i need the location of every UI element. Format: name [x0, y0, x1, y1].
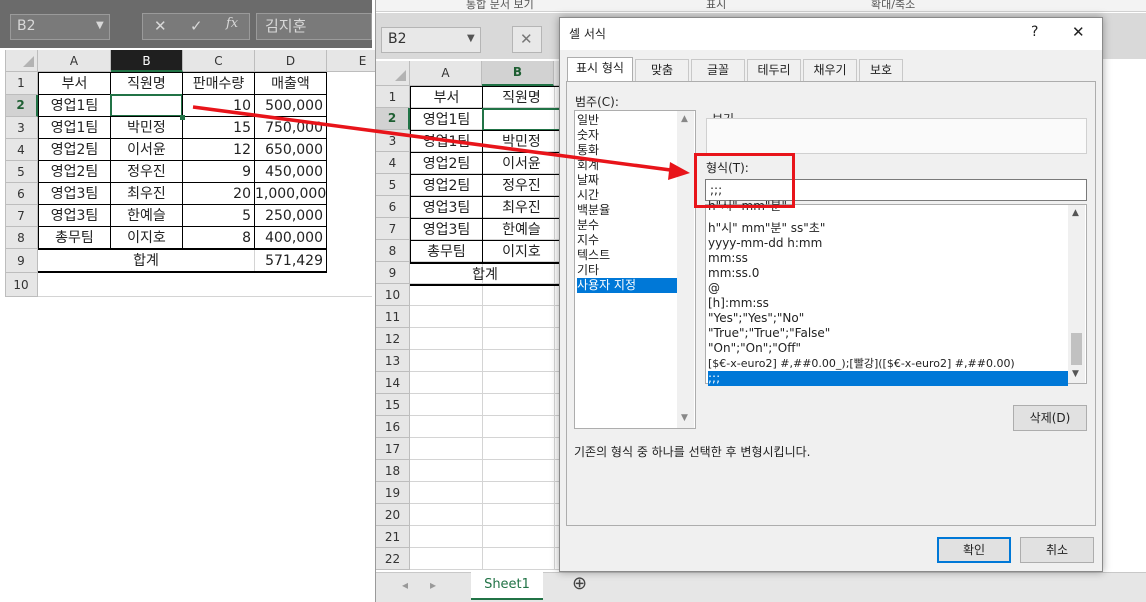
red-arrow: [192, 105, 690, 180]
arrow-head: [668, 162, 690, 180]
arrow-shaft: [192, 105, 679, 173]
